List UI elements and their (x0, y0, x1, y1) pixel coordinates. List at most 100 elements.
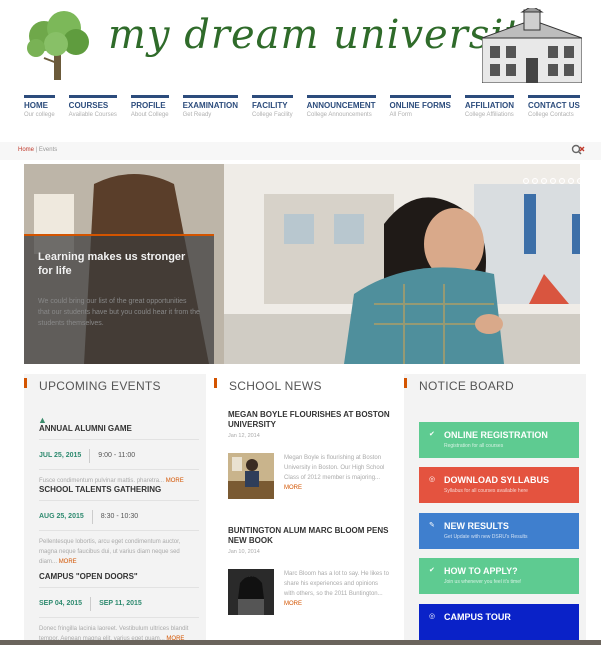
slider-dot[interactable] (532, 178, 538, 184)
breadcrumb: Home | Events (18, 147, 57, 153)
nav-item-examination[interactable]: EXAMINATION Get Ready (182, 95, 238, 125)
news-thumbnail[interactable] (228, 569, 274, 615)
event-title[interactable]: ANNUAL ALUMNI GAME (39, 424, 199, 433)
bottom-bar (0, 640, 601, 645)
more-link[interactable]: MORE (59, 559, 77, 565)
how-to-apply-button[interactable]: ✔ HOW TO APPLY? Join us whenever you fee… (419, 558, 579, 594)
section-marker (404, 378, 407, 388)
hero-title: Learning makes us stronger for life (38, 251, 186, 277)
nav-item-online-forms[interactable]: ONLINE FORMS All Form (389, 95, 451, 125)
divider (39, 530, 199, 531)
pencil-icon: ✎ (429, 522, 435, 529)
nav-sublabel: College Contacts (528, 112, 574, 118)
notice-sublabel: Registration for all courses (444, 443, 504, 449)
notice-label: CAMPUS TOUR (444, 612, 511, 622)
slider-dot[interactable] (541, 178, 547, 184)
tree-logo-icon (27, 11, 89, 80)
nav-label: ONLINE FORMS (389, 101, 451, 110)
news-thumbnail[interactable] (228, 453, 274, 499)
event-start-date: SEP 04, 2015 (39, 597, 92, 611)
nav-label: COURSES (68, 101, 109, 110)
event-date: JUL 25, 2015 (39, 449, 91, 463)
news-heading: SCHOOL NEWS (229, 379, 322, 393)
event-description: Pellentesque lobortis, arcu eget condime… (39, 539, 181, 565)
more-link[interactable]: MORE (284, 485, 302, 491)
notice-sublabel: Join us whenever you feel it's time! (444, 579, 522, 585)
notice-heading: NOTICE BOARD (419, 379, 514, 393)
university-building-icon (482, 8, 582, 83)
news-date: Jan 10, 2014 (228, 549, 260, 555)
notice-board-panel: NOTICE BOARD ✔ ONLINE REGISTRATION Regis… (404, 374, 586, 645)
circle-icon: ◎ (429, 476, 436, 483)
nav-sublabel: College Facility (251, 112, 293, 118)
divider (39, 500, 199, 501)
event-item[interactable]: ANNUAL ALUMNI GAME JUL 25, 2015 9:00 - 1… (39, 424, 199, 486)
notice-label: ONLINE REGISTRATION (444, 430, 548, 440)
nav-item-profile[interactable]: PROFILE About College (130, 95, 169, 125)
nav-sublabel: College Affiliations (464, 112, 514, 118)
event-item[interactable]: CAMPUS "OPEN DOORS" SEP 04, 2015 SEP 11,… (39, 572, 199, 644)
nav-sublabel: About College (130, 112, 169, 118)
check-icon: ✔ (429, 431, 435, 438)
circle-icon: ◎ (429, 613, 436, 620)
breadcrumb-separator: | (35, 147, 38, 153)
nav-sublabel: College Announcements (306, 112, 372, 118)
school-news-panel: SCHOOL NEWS MEGAN BOYLE FLOURISHES AT BO… (214, 374, 396, 645)
hero-caption: Learning makes us stronger for life We c… (24, 234, 214, 364)
upcoming-events-panel: UPCOMING EVENTS ▲ ANNUAL ALUMNI GAME JUL… (24, 374, 206, 645)
check-icon: ✔ (429, 567, 435, 574)
nav-sublabel: Available Courses (68, 112, 117, 118)
breadcrumb-bar: Home | Events (0, 142, 601, 160)
slider-dot[interactable] (523, 178, 529, 184)
nav-label: HOME (24, 101, 48, 110)
search-icon[interactable] (571, 144, 585, 156)
download-syllabus-button[interactable]: ◎ DOWNLOAD SYLLABUS Syllabus for all cou… (419, 467, 579, 503)
nav-item-affiliation[interactable]: AFFILIATION College Affiliations (464, 95, 515, 125)
event-end-date: SEP 11, 2015 (99, 600, 142, 607)
slider-dot[interactable] (559, 178, 565, 184)
notice-label: NEW RESULTS (444, 521, 509, 531)
event-time: 9:00 - 11:00 (98, 452, 136, 459)
breadcrumb-home-link[interactable]: Home (18, 147, 34, 153)
slider-dot[interactable] (577, 178, 580, 184)
news-excerpt: Marc Bloom has a lot to say. He likes to… (284, 571, 389, 607)
nav-item-facility[interactable]: FACILITY College Facility (251, 95, 293, 125)
new-results-button[interactable]: ✎ NEW RESULTS Get Update with new DSRU's… (419, 513, 579, 549)
slider-dot[interactable] (550, 178, 556, 184)
nav-item-home[interactable]: HOME Our college (24, 95, 55, 125)
hero-text: We could bring our list of the great opp… (38, 298, 200, 327)
event-date: AUG 25, 2015 (39, 510, 93, 524)
event-title[interactable]: SCHOOL TALENTS GATHERING (39, 485, 199, 494)
slider-dot[interactable] (568, 178, 574, 184)
site-logo-text[interactable]: my dream university (108, 12, 545, 58)
nav-label: PROFILE (130, 101, 166, 110)
nav-sublabel: Get Ready (182, 112, 212, 118)
slider-dots (523, 178, 580, 184)
news-title[interactable]: BUNTINGTON ALUM MARC BLOOM PENS NEW BOOK (228, 526, 390, 546)
divider (39, 469, 199, 470)
nav-label: ANNOUNCEMENT (306, 101, 376, 110)
news-item[interactable]: BUNTINGTON ALUM MARC BLOOM PENS NEW BOOK… (228, 526, 390, 615)
notice-sublabel: Get Update with new DSRU's Results (444, 534, 528, 540)
nav-label: FACILITY (251, 101, 288, 110)
section-marker (214, 378, 217, 388)
more-link[interactable]: MORE (284, 601, 302, 607)
campus-tour-button[interactable]: ◎ CAMPUS TOUR (419, 604, 579, 640)
nav-item-courses[interactable]: COURSES Available Courses (68, 95, 117, 125)
hero-slider[interactable]: Learning makes us stronger for life We c… (24, 164, 580, 364)
breadcrumb-current: Events (38, 147, 58, 153)
nav-sublabel: Our college (24, 112, 55, 118)
online-registration-button[interactable]: ✔ ONLINE REGISTRATION Registration for a… (419, 422, 579, 458)
section-marker (24, 378, 27, 388)
nav-label: CONTACT US (528, 101, 580, 110)
news-title[interactable]: MEGAN BOYLE FLOURISHES AT BOSTON UNIVERS… (228, 410, 390, 430)
news-item[interactable]: MEGAN BOYLE FLOURISHES AT BOSTON UNIVERS… (228, 410, 390, 499)
site-header: my dream university (0, 0, 601, 95)
nav-item-contact-us[interactable]: CONTACT US College Contacts (528, 95, 580, 125)
news-date: Jan 12, 2014 (228, 433, 260, 439)
notice-label: HOW TO APPLY? (444, 566, 518, 576)
event-item[interactable]: SCHOOL TALENTS GATHERING AUG 25, 2015 8:… (39, 485, 199, 567)
event-title[interactable]: CAMPUS "OPEN DOORS" (39, 572, 199, 581)
nav-item-announcement[interactable]: ANNOUNCEMENT College Announcements (306, 95, 376, 125)
more-link[interactable]: MORE (166, 478, 184, 484)
